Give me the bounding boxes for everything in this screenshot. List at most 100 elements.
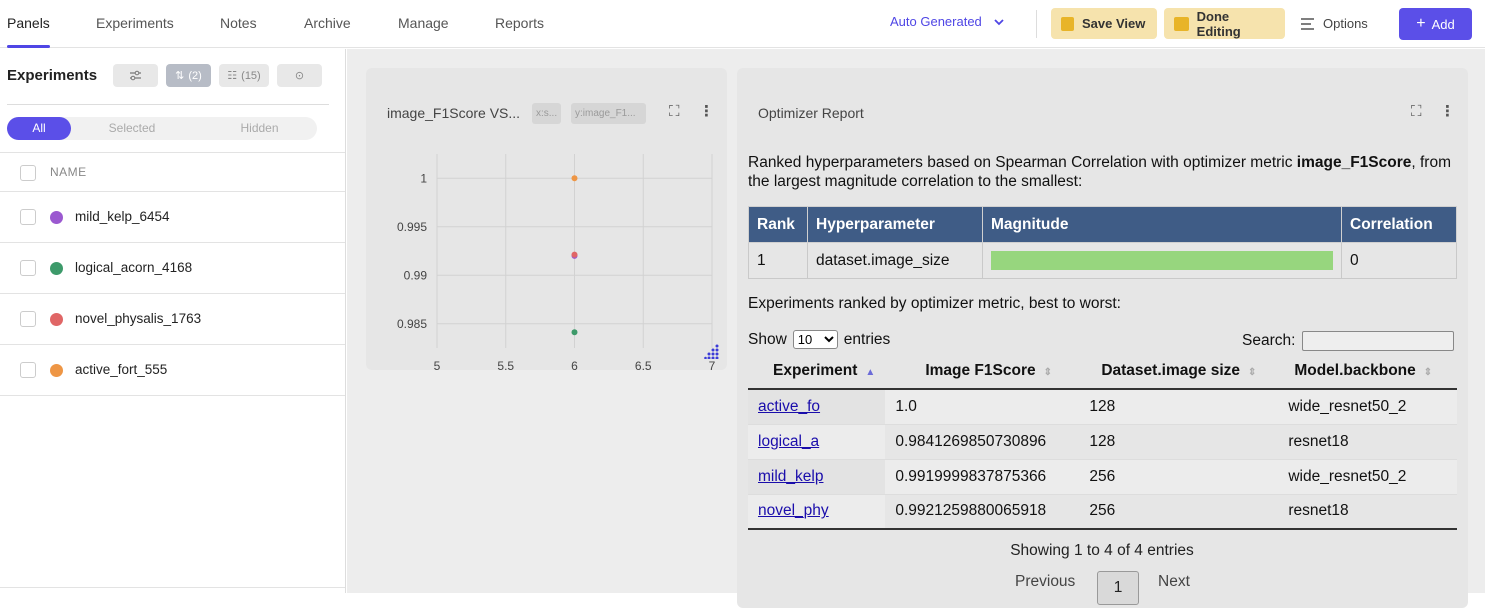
image-size-cell: 256 <box>1079 494 1279 530</box>
tab-notes[interactable]: Notes <box>220 0 257 48</box>
top-nav: Panels Experiments Notes Archive Manage … <box>0 0 1485 48</box>
filter-hidden[interactable]: Hidden <box>217 117 302 140</box>
select-all-checkbox[interactable] <box>20 165 36 181</box>
filter-button[interactable] <box>113 64 158 87</box>
experiment-link[interactable]: logical_a <box>758 433 819 450</box>
experiment-name: novel_physalis_1763 <box>75 311 202 326</box>
panels-area: image_F1Score VS... x:s... y:image_F1...… <box>347 49 1485 608</box>
report-description-prefix: Ranked hyperparameters based on Spearman… <box>748 154 1297 171</box>
add-button[interactable]: + Add <box>1399 8 1472 40</box>
magnitude-cell <box>982 242 1342 279</box>
hyperparameter-header: Hyperparameter <box>807 206 983 243</box>
filter-selected[interactable]: Selected <box>92 117 172 140</box>
image-size-column-header[interactable]: Dataset.image size ⇕ <box>1079 353 1279 390</box>
sort-icon: ⇕ <box>1423 366 1433 378</box>
resize-handle-icon[interactable] <box>704 343 720 359</box>
magnitude-header: Magnitude <box>982 206 1342 243</box>
tab-manage[interactable]: Manage <box>398 0 449 48</box>
row-checkbox[interactable] <box>20 209 36 225</box>
experiment-cell: logical_a <box>748 424 886 460</box>
table-row: novel_phy 0.9921259880065918 256 resnet18 <box>748 494 1457 530</box>
backbone-cell: resnet18 <box>1278 494 1457 530</box>
more-icon[interactable]: ⋮ <box>1440 102 1455 120</box>
table-row: mild_kelp 0.9919999837875366 256 wide_resne… <box>748 459 1457 495</box>
experiment-name: mild_kelp_6454 <box>75 209 170 224</box>
x-tick-label: 7 <box>709 359 716 370</box>
divider <box>1036 10 1037 38</box>
table-search: Search: <box>1242 331 1455 351</box>
edit-icon <box>1174 16 1189 31</box>
options-label: Options <box>1323 16 1368 31</box>
save-view-label: Save View <box>1082 16 1146 31</box>
experiment-link[interactable]: novel_phy <box>758 502 829 519</box>
experiment-link[interactable]: mild_kelp <box>758 468 823 485</box>
tab-archive[interactable]: Archive <box>304 0 351 48</box>
sidebar-title: Experiments <box>7 67 98 84</box>
experiment-cell: active_fo <box>748 389 886 425</box>
experiment-color-dot <box>50 313 63 326</box>
f1-cell: 0.9841269850730896 <box>885 424 1080 460</box>
filter-all[interactable]: All <box>7 117 71 140</box>
f1-cell: 0.9919999837875366 <box>885 459 1080 495</box>
table-header: NAME <box>0 152 345 192</box>
data-point <box>571 175 578 182</box>
columns-icon: ☷ <box>227 70 238 82</box>
magnitude-bar <box>991 251 1333 270</box>
f1-column-label: Image F1Score <box>925 361 1036 379</box>
x-tick-label: 6.5 <box>635 359 652 370</box>
entries-select[interactable]: 10 <box>792 330 838 349</box>
name-column-header[interactable]: NAME <box>50 165 87 179</box>
list-item[interactable]: novel_physalis_1763 <box>0 294 345 345</box>
experiment-name: logical_acorn_4168 <box>75 260 193 275</box>
tab-experiments[interactable]: Experiments <box>96 0 174 48</box>
x-tick-label: 5 <box>434 359 441 370</box>
settings-button[interactable]: ⊙ <box>277 64 322 87</box>
show-label: Show <box>748 330 787 348</box>
experiment-name: active_fort_555 <box>75 362 168 377</box>
previous-button[interactable]: Previous <box>1015 573 1075 591</box>
search-input[interactable] <box>1302 331 1455 351</box>
plus-icon: + <box>1416 15 1426 32</box>
sort-icon: ⇕ <box>1043 366 1052 378</box>
entries-length-control: Show 10 entries <box>748 330 890 349</box>
experiment-column-header[interactable]: Experiment ▲ <box>748 353 886 390</box>
hyperparameter-cell: dataset.image_size <box>807 242 983 279</box>
list-item[interactable]: logical_acorn_4168 <box>0 243 345 294</box>
correlation-cell: 0 <box>1341 242 1457 279</box>
backbone-column-label: Model.backbone <box>1294 361 1416 379</box>
x-tick-label: 5.5 <box>497 359 514 370</box>
save-view-button[interactable]: Save View <box>1051 8 1157 39</box>
row-checkbox[interactable] <box>20 311 36 327</box>
y-tick-label: 0.985 <box>397 317 427 331</box>
row-checkbox[interactable] <box>20 362 36 378</box>
page-1-button[interactable]: 1 <box>1097 571 1139 605</box>
next-button[interactable]: Next <box>1158 573 1190 591</box>
sort-icon: ⇅ <box>175 70 185 82</box>
tab-reports[interactable]: Reports <box>495 0 544 48</box>
experiment-link[interactable]: active_fo <box>758 398 820 415</box>
columns-button[interactable]: ☷ (15) <box>219 64 269 87</box>
rank-header: Rank <box>748 206 808 243</box>
tab-panels[interactable]: Panels <box>7 0 50 48</box>
entries-label: entries <box>843 330 891 348</box>
y-tick-label: 1 <box>420 171 427 185</box>
divider <box>0 587 345 588</box>
options-button[interactable]: Options <box>1300 8 1368 39</box>
f1-cell: 0.9921259880065918 <box>885 494 1080 530</box>
hyperparameter-rank-table: Rank Hyperparameter Magnitude Correlatio… <box>748 206 1457 279</box>
backbone-column-header[interactable]: Model.backbone ⇕ <box>1278 353 1457 390</box>
fullscreen-icon[interactable]: ⛶ <box>1411 103 1422 120</box>
table-row: 1 dataset.image_size 0 <box>748 242 1457 279</box>
experiments-sidebar: Experiments ⇅ (2) ☷ (15) ⊙ All Selected … <box>0 49 346 593</box>
f1-column-header[interactable]: Image F1Score ⇕ <box>885 353 1080 390</box>
list-item[interactable]: mild_kelp_6454 <box>0 192 345 243</box>
row-checkbox[interactable] <box>20 260 36 276</box>
done-editing-button[interactable]: Done Editing <box>1164 8 1285 39</box>
experiment-color-dot <box>50 262 63 275</box>
sort-button[interactable]: ⇅ (2) <box>166 64 211 87</box>
sliders-icon <box>130 70 141 81</box>
experiment-color-dot <box>50 211 63 224</box>
list-item[interactable]: active_fort_555 <box>0 345 345 396</box>
image-size-column-label: Dataset.image size <box>1101 361 1241 379</box>
dashboard-select[interactable]: Auto Generated <box>890 14 1006 29</box>
